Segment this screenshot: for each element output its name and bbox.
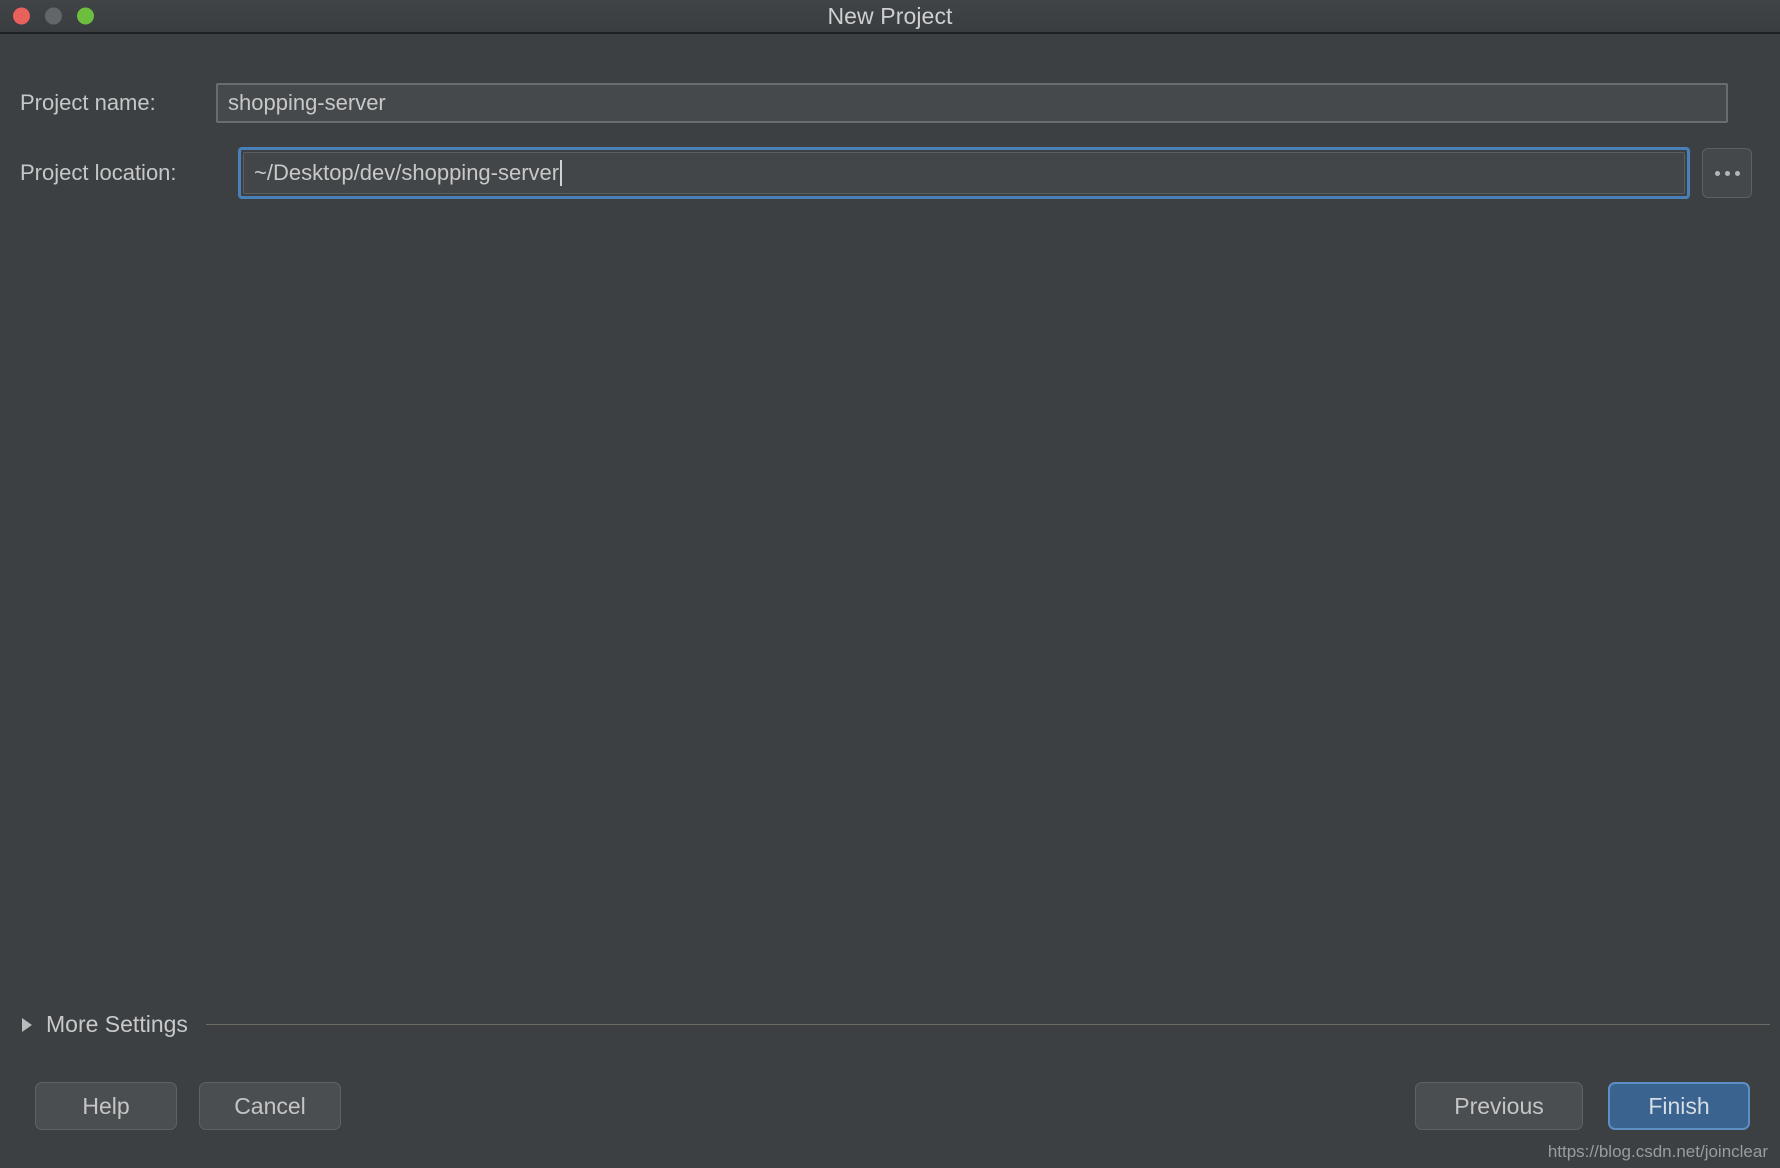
project-location-label: Project location: [20, 160, 177, 185]
window-controls [13, 7, 94, 25]
project-location-focus-ring: ~/Desktop/dev/shopping-server [238, 147, 1690, 199]
ellipsis-icon [1734, 170, 1740, 176]
help-button[interactable]: Help [35, 1082, 177, 1130]
more-settings-label: More Settings [46, 1011, 188, 1037]
footer-left-actions: Help Cancel [0, 1082, 341, 1130]
cancel-button[interactable]: Cancel [199, 1082, 341, 1130]
ellipsis-icon [1714, 170, 1720, 176]
window-title: New Project [827, 3, 953, 29]
project-name-value: shopping-server [228, 90, 386, 115]
dialog-footer: Help Cancel Previous Finish [0, 1068, 1780, 1168]
more-settings-section[interactable]: More Settings [0, 1011, 1780, 1038]
previous-button[interactable]: Previous [1415, 1082, 1583, 1130]
finish-button[interactable]: Finish [1608, 1082, 1750, 1130]
new-project-dialog: New Project Project name: shopping-serve… [0, 0, 1780, 1168]
text-caret [560, 160, 563, 186]
project-location-row: Project location: ~/Desktop/dev/shopping… [0, 147, 1780, 199]
watermark-text: https://blog.csdn.net/joinclear [1547, 1142, 1768, 1161]
section-divider [205, 1024, 1770, 1025]
project-location-input[interactable]: ~/Desktop/dev/shopping-server [243, 152, 1685, 194]
project-name-input[interactable]: shopping-server [216, 83, 1728, 123]
triangle-right-icon[interactable] [22, 1017, 32, 1032]
close-window-button[interactable] [13, 7, 30, 25]
ellipsis-icon [1724, 170, 1730, 176]
browse-folder-button[interactable] [1702, 148, 1752, 198]
maximize-window-button[interactable] [77, 7, 94, 25]
title-bar: New Project [0, 0, 1780, 34]
project-name-row: Project name: shopping-server [0, 81, 1780, 125]
project-location-value: ~/Desktop/dev/shopping-server [254, 160, 560, 185]
dialog-content: Project name: shopping-server Project lo… [0, 34, 1780, 1168]
minimize-window-button[interactable] [45, 7, 62, 25]
project-name-label: Project name: [20, 90, 156, 115]
footer-right-actions: Previous Finish [1415, 1082, 1780, 1130]
